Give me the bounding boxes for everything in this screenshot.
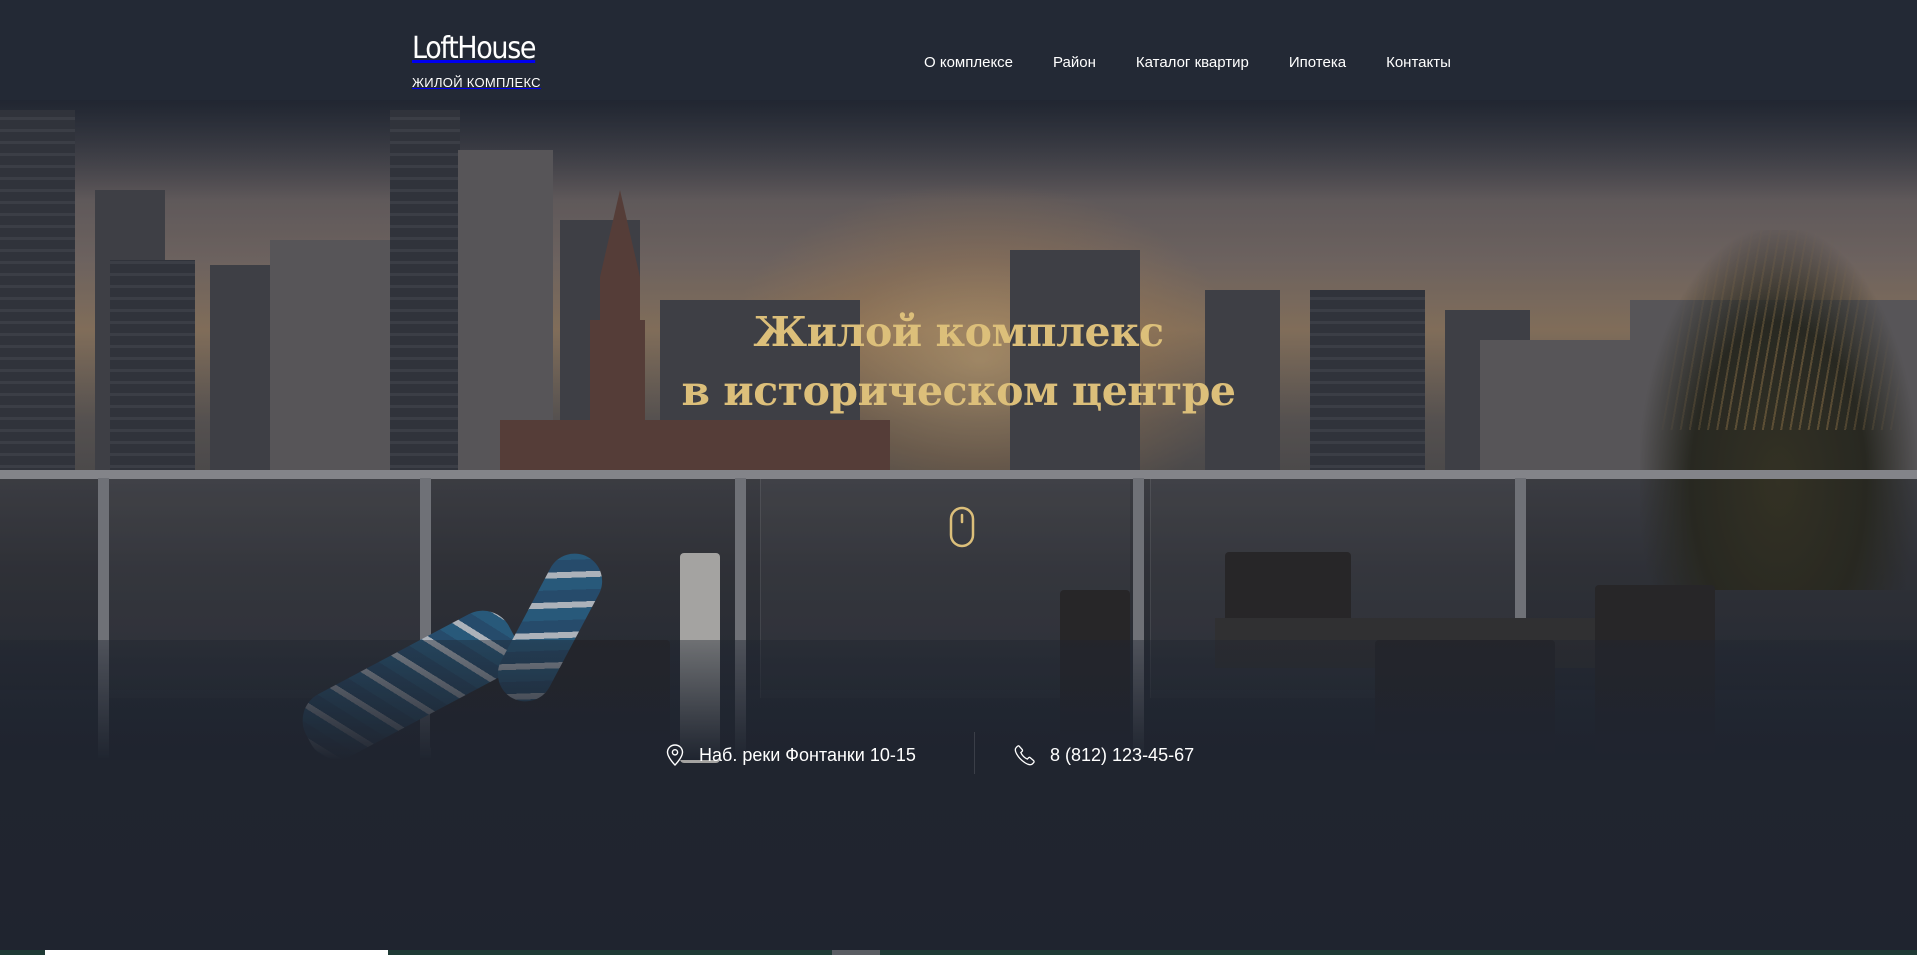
bottom-bar-segment bbox=[832, 950, 880, 955]
nav-link-mortgage[interactable]: Ипотека bbox=[1289, 54, 1346, 72]
hero-title: Жилой комплекс в историческом центре bbox=[0, 303, 1917, 421]
nav-link-about[interactable]: О комплексе bbox=[924, 54, 1013, 72]
phone-text[interactable]: 8 (812) 123-45-67 bbox=[1050, 740, 1194, 770]
logo-subtitle: ЖИЛОЙ КОМПЛЕКС bbox=[412, 75, 541, 90]
main-nav: О комплексе Район Каталог квартир Ипотек… bbox=[924, 54, 1451, 72]
address: Наб. реки Фонтанки 10-15 bbox=[665, 740, 916, 770]
address-text: Наб. реки Фонтанки 10-15 bbox=[699, 745, 916, 765]
mouse-icon[interactable] bbox=[949, 506, 975, 548]
contacts-bar: Наб. реки Фонтанки 10-15 8 (812) 123-45-… bbox=[0, 732, 1917, 774]
overlay-dim bbox=[0, 0, 1917, 955]
bottom-bar bbox=[0, 950, 1917, 955]
contacts-divider bbox=[974, 732, 975, 774]
site-header: LoftHouse ЖИЛОЙ КОМПЛЕКС О комплексе Рай… bbox=[0, 0, 1917, 100]
logo-title: LoftHouse bbox=[412, 31, 537, 66]
hero-title-line-1: Жилой комплекс bbox=[753, 308, 1164, 356]
bottom-bar-segment bbox=[45, 950, 388, 955]
phone-icon bbox=[1014, 745, 1035, 766]
nav-link-contacts[interactable]: Контакты bbox=[1386, 54, 1451, 72]
phone[interactable]: 8 (812) 123-45-67 bbox=[1014, 740, 1194, 770]
hero-title-line-2: в историческом центре bbox=[681, 367, 1236, 415]
map-pin-icon bbox=[666, 744, 684, 766]
logo[interactable]: LoftHouse ЖИЛОЙ КОМПЛЕКС bbox=[412, 31, 549, 91]
hero-background bbox=[0, 0, 1917, 955]
nav-link-district[interactable]: Район bbox=[1053, 54, 1096, 72]
nav-link-catalog[interactable]: Каталог квартир bbox=[1136, 54, 1249, 72]
